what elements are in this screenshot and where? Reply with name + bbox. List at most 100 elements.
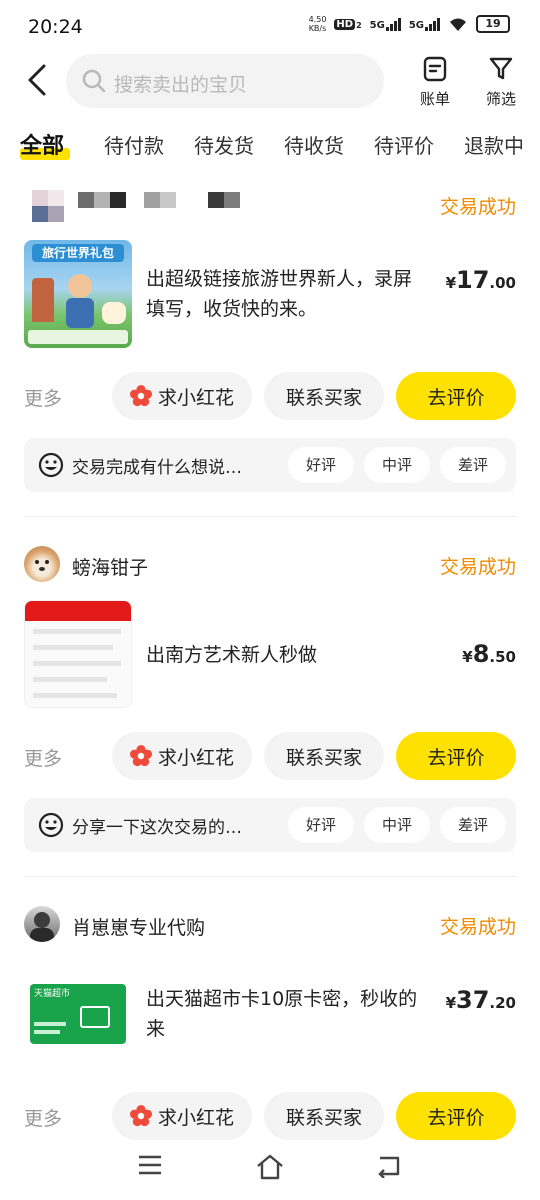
ask-flower-button[interactable]: 求小红花 bbox=[112, 1092, 252, 1140]
tab-pending-receipt[interactable]: 待收货 bbox=[284, 130, 344, 159]
signal-icon: 5G bbox=[369, 17, 401, 31]
product-title[interactable]: 出超级链接旅游世界新人，录屏填写，收货快的来。 bbox=[146, 264, 426, 324]
quick-review-box: 交易完成有什么想说… 好评 中评 差评 bbox=[24, 438, 516, 492]
review-prompt[interactable]: 交易完成有什么想说… bbox=[72, 453, 242, 478]
tab-all[interactable]: 全部 bbox=[20, 128, 64, 160]
signal-label-2: 5G bbox=[408, 19, 424, 31]
seller-avatar[interactable] bbox=[24, 906, 60, 942]
search-icon bbox=[82, 69, 106, 93]
review-button[interactable]: 去评价 bbox=[396, 1092, 516, 1140]
rate-mid-button[interactable]: 中评 bbox=[364, 447, 430, 483]
filter-icon bbox=[489, 57, 513, 80]
rate-good-button[interactable]: 好评 bbox=[288, 807, 354, 843]
tab-refunding[interactable]: 退款中 bbox=[464, 130, 524, 159]
contact-buyer-button[interactable]: 联系买家 bbox=[264, 372, 384, 420]
review-button[interactable]: 去评价 bbox=[396, 732, 516, 780]
seller-row: 螃海钳子 交易成功 bbox=[24, 544, 516, 584]
product-title[interactable]: 出天猫超市卡10原卡密，秒收的来 bbox=[146, 984, 426, 1044]
search-placeholder: 搜索卖出的宝贝 bbox=[114, 74, 248, 96]
flower-icon bbox=[129, 745, 152, 767]
price-integer: 8 bbox=[472, 640, 490, 668]
product-price: ¥17.00 bbox=[446, 266, 516, 294]
back-icon bbox=[378, 1156, 400, 1179]
order-status: 交易成功 bbox=[439, 916, 516, 938]
order-actions: 更多 求小红花 联系买家 去评价 bbox=[24, 732, 516, 780]
more-button[interactable]: 更多 bbox=[24, 384, 62, 411]
rate-mid-button[interactable]: 中评 bbox=[364, 807, 430, 843]
search-input[interactable]: 搜索卖出的宝贝 bbox=[66, 54, 384, 108]
contact-buyer-button[interactable]: 联系买家 bbox=[264, 1092, 384, 1140]
price-decimal: .20 bbox=[489, 994, 516, 1012]
back-button[interactable] bbox=[24, 62, 54, 98]
status-icons: 4.50 KB/s HD 2 5G 5G 19 bbox=[309, 15, 510, 33]
order-card: 交易成功 旅行世界礼包 出超级链接旅游世界新人，录屏填写，收货快的来。 ¥17.… bbox=[0, 184, 540, 514]
menu-button[interactable] bbox=[138, 1154, 162, 1180]
thumb-title: 天猫超市 bbox=[34, 989, 71, 999]
order-actions: 更多 求小红花 联系买家 去评价 bbox=[24, 1092, 516, 1140]
header: 搜索卖出的宝贝 账单 筛选 bbox=[0, 50, 540, 112]
order-tabs: 全部 待付款 待发货 待收货 待评价 退款中 bbox=[0, 124, 540, 172]
product-price: ¥37.20 bbox=[446, 986, 516, 1014]
price-integer: 17 bbox=[456, 266, 490, 294]
quick-review-box: 分享一下这次交易的… 好评 中评 差评 bbox=[24, 798, 516, 852]
bill-button[interactable]: 账单 bbox=[410, 56, 460, 109]
order-status: 交易成功 bbox=[439, 556, 516, 578]
system-nav-bar bbox=[0, 1140, 540, 1200]
bill-label: 账单 bbox=[419, 90, 450, 108]
divider bbox=[24, 516, 516, 517]
product-thumbnail[interactable] bbox=[24, 600, 132, 708]
tab-pending-review[interactable]: 待评价 bbox=[374, 130, 434, 159]
status-time: 20:24 bbox=[28, 16, 83, 38]
seller-row: 交易成功 bbox=[24, 184, 516, 224]
price-symbol: ¥ bbox=[445, 994, 457, 1012]
product-thumbnail[interactable]: 旅行世界礼包 bbox=[24, 240, 132, 348]
filter-button[interactable]: 筛选 bbox=[476, 56, 526, 109]
review-prompt[interactable]: 分享一下这次交易的… bbox=[72, 813, 242, 838]
back-nav-button[interactable] bbox=[376, 1154, 402, 1182]
rate-good-button[interactable]: 好评 bbox=[288, 447, 354, 483]
product-title[interactable]: 出南方艺术新人秒做 bbox=[146, 640, 426, 670]
divider bbox=[24, 876, 516, 877]
tab-pending-shipment[interactable]: 待发货 bbox=[194, 130, 254, 159]
more-button[interactable]: 更多 bbox=[24, 1104, 62, 1131]
menu-icon bbox=[139, 1155, 161, 1175]
hd-sub: 2 bbox=[356, 20, 362, 30]
home-button[interactable] bbox=[256, 1154, 284, 1184]
ask-flower-label: 求小红花 bbox=[157, 1106, 234, 1129]
product-thumbnail[interactable]: 天猫超市 bbox=[24, 960, 132, 1068]
seller-avatar[interactable] bbox=[24, 546, 60, 582]
rate-bad-button[interactable]: 差评 bbox=[440, 807, 506, 843]
filter-label: 筛选 bbox=[485, 90, 516, 108]
price-integer: 37 bbox=[456, 986, 490, 1014]
ask-flower-button[interactable]: 求小红花 bbox=[112, 372, 252, 420]
ask-flower-label: 求小红花 bbox=[157, 746, 234, 769]
seller-avatar[interactable] bbox=[32, 190, 64, 222]
ask-flower-label: 求小红花 bbox=[157, 386, 234, 409]
thumb-title: 旅行世界礼包 bbox=[32, 244, 124, 262]
tab-pending-payment[interactable]: 待付款 bbox=[104, 130, 164, 159]
net-speed: 4.50 KB/s bbox=[309, 15, 327, 33]
smile-face-icon bbox=[38, 812, 64, 838]
status-bar: 20:24 4.50 KB/s HD 2 5G 5G 19 bbox=[0, 0, 540, 50]
more-button[interactable]: 更多 bbox=[24, 744, 62, 771]
contact-buyer-button[interactable]: 联系买家 bbox=[264, 732, 384, 780]
seller-row: 肖崽崽专业代购 交易成功 bbox=[24, 904, 516, 944]
signal-icon-2: 5G bbox=[408, 17, 440, 31]
bill-icon bbox=[423, 56, 447, 82]
ask-flower-button[interactable]: 求小红花 bbox=[112, 732, 252, 780]
battery-icon: 19 bbox=[476, 15, 510, 33]
seller-name-mosaic bbox=[78, 192, 243, 208]
smile-face-icon bbox=[38, 452, 64, 478]
signal-label: 5G bbox=[369, 19, 385, 31]
order-actions: 更多 求小红花 联系买家 去评价 bbox=[24, 372, 516, 420]
net-speed-value: 4.50 bbox=[308, 15, 327, 24]
net-speed-unit: KB/s bbox=[308, 24, 327, 33]
seller-name[interactable]: 螃海钳子 bbox=[72, 553, 148, 580]
price-symbol: ¥ bbox=[445, 274, 457, 292]
rate-bad-button[interactable]: 差评 bbox=[440, 447, 506, 483]
order-card: 螃海钳子 交易成功 出南方艺术新人秒做 ¥8.50 更多 求小红花 联系买家 去… bbox=[0, 544, 540, 874]
seller-name[interactable]: 肖崽崽专业代购 bbox=[72, 913, 205, 940]
flower-icon bbox=[129, 1105, 152, 1127]
review-button[interactable]: 去评价 bbox=[396, 372, 516, 420]
chevron-left-icon bbox=[28, 64, 46, 96]
